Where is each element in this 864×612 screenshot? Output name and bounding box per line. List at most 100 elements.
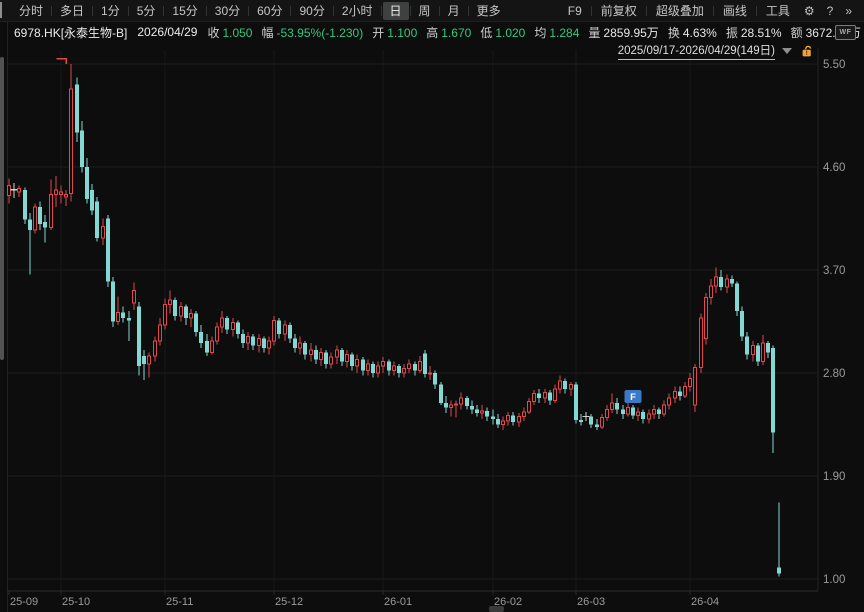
tab-2小时[interactable]: 2小时 xyxy=(335,2,380,20)
candle[interactable] xyxy=(184,304,188,325)
candle[interactable] xyxy=(137,302,141,375)
tab-周[interactable]: 周 xyxy=(412,2,438,20)
candle[interactable] xyxy=(381,357,384,373)
candle[interactable] xyxy=(173,297,177,320)
tab-30分[interactable]: 30分 xyxy=(208,2,247,20)
candle[interactable] xyxy=(615,398,619,414)
candle[interactable] xyxy=(345,350,348,367)
candle[interactable] xyxy=(54,176,57,207)
candle[interactable] xyxy=(127,311,131,341)
candle[interactable] xyxy=(667,394,670,410)
candle[interactable] xyxy=(652,405,655,419)
candle[interactable] xyxy=(777,502,781,576)
candle[interactable] xyxy=(189,309,192,327)
candle[interactable] xyxy=(257,334,260,352)
candle[interactable] xyxy=(199,325,203,348)
candle[interactable] xyxy=(17,185,20,196)
candle[interactable] xyxy=(132,283,135,310)
candle[interactable] xyxy=(600,414,603,429)
candle[interactable] xyxy=(251,334,255,350)
candle[interactable] xyxy=(168,291,171,314)
candle[interactable] xyxy=(756,343,760,366)
candle[interactable] xyxy=(595,419,599,430)
candle[interactable] xyxy=(501,416,504,430)
candle[interactable] xyxy=(205,334,209,356)
unlocked-warning-lock-icon[interactable]: ! xyxy=(800,44,814,58)
candle[interactable] xyxy=(340,348,344,366)
tool-F9[interactable]: F9 xyxy=(560,3,590,19)
candle[interactable] xyxy=(402,364,405,378)
candle[interactable] xyxy=(246,332,249,350)
candle[interactable] xyxy=(465,396,469,410)
candle[interactable] xyxy=(662,400,665,416)
candle[interactable] xyxy=(288,323,292,344)
candle[interactable] xyxy=(163,299,166,330)
candle[interactable] xyxy=(38,201,42,230)
candlestick-chart[interactable]: 5.504.603.702.801.901.0025-0925-1025-112… xyxy=(0,0,864,612)
candle[interactable] xyxy=(11,183,18,198)
candle[interactable] xyxy=(80,121,84,172)
candle[interactable] xyxy=(376,362,379,378)
candle[interactable] xyxy=(751,341,754,362)
candle[interactable] xyxy=(85,158,89,204)
candle[interactable] xyxy=(106,215,110,287)
date-range-label[interactable]: 2025/09/17-2026/04/29(149日) xyxy=(618,42,775,60)
candle[interactable] xyxy=(423,350,427,377)
candle[interactable] xyxy=(324,350,328,368)
candle[interactable] xyxy=(485,407,489,421)
candle[interactable] xyxy=(121,307,125,323)
tab-60分[interactable]: 60分 xyxy=(250,2,289,20)
candle[interactable] xyxy=(647,410,650,424)
candle[interactable] xyxy=(496,414,500,428)
tool-前复权[interactable]: 前复权 xyxy=(593,1,645,20)
candle[interactable] xyxy=(678,387,682,401)
event-badge-f[interactable]: F xyxy=(625,390,642,403)
candle[interactable] xyxy=(548,390,552,405)
tab-分时[interactable]: 分时 xyxy=(12,2,50,20)
candle[interactable] xyxy=(517,413,520,427)
candle[interactable] xyxy=(641,410,645,424)
candle[interactable] xyxy=(407,359,410,373)
candle[interactable] xyxy=(236,320,240,338)
candle[interactable] xyxy=(153,336,156,361)
candle[interactable] xyxy=(506,412,509,426)
tab-更多[interactable]: 更多 xyxy=(470,2,508,20)
candle[interactable] xyxy=(563,379,567,394)
candle[interactable] xyxy=(475,405,479,416)
candle[interactable] xyxy=(589,414,593,428)
candle[interactable] xyxy=(309,343,312,361)
candle[interactable] xyxy=(730,276,734,287)
candle[interactable] xyxy=(75,78,79,142)
candle[interactable] xyxy=(329,352,332,368)
candle[interactable] xyxy=(371,362,375,378)
candle[interactable] xyxy=(527,398,530,414)
tab-90分[interactable]: 90分 xyxy=(292,2,331,20)
more-chevrons-icon[interactable]: » xyxy=(839,4,858,18)
candle[interactable] xyxy=(583,412,590,421)
candle[interactable] xyxy=(439,382,443,405)
candle[interactable] xyxy=(210,336,213,354)
horizontal-scrollbar-thumb[interactable] xyxy=(489,606,504,612)
candle[interactable] xyxy=(470,400,474,414)
wf-widget-icon[interactable]: WF xyxy=(835,25,856,40)
candle[interactable] xyxy=(142,350,146,380)
candle[interactable] xyxy=(7,178,10,203)
candle[interactable] xyxy=(350,352,354,370)
candle[interactable] xyxy=(704,293,707,344)
tab-15分[interactable]: 15分 xyxy=(165,2,204,20)
candle[interactable] xyxy=(761,335,764,365)
candle[interactable] xyxy=(709,279,712,304)
candle[interactable] xyxy=(683,382,686,398)
candle[interactable] xyxy=(740,307,744,341)
candle[interactable] xyxy=(433,371,437,389)
candle[interactable] xyxy=(397,364,401,378)
candle[interactable] xyxy=(179,302,182,321)
tool-超级叠加[interactable]: 超级叠加 xyxy=(648,1,712,20)
tool-工具[interactable]: 工具 xyxy=(758,1,798,20)
candle[interactable] xyxy=(511,412,515,426)
candle[interactable] xyxy=(49,180,52,230)
candle[interactable] xyxy=(231,318,234,336)
candle[interactable] xyxy=(335,346,338,364)
candle[interactable] xyxy=(735,281,739,315)
candle[interactable] xyxy=(319,348,322,366)
